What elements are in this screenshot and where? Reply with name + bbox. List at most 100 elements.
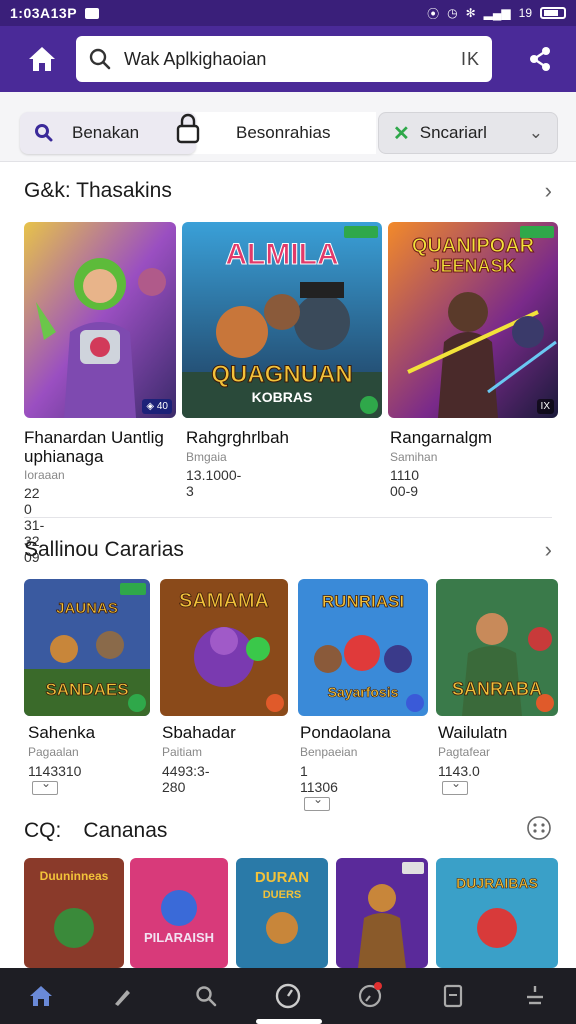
section-title-prefix: CQ:	[24, 819, 62, 842]
search-icon	[89, 48, 111, 70]
battery-level: 19	[518, 6, 532, 20]
download-button[interactable]	[304, 792, 330, 812]
game-developer: Pagaalan	[28, 745, 79, 759]
game-meta: 1143310	[28, 763, 81, 796]
filter-chip-left[interactable]: Benakan	[20, 112, 196, 154]
tag-badge	[120, 583, 146, 595]
section-header-1[interactable]: G&k: Thasakins ›	[24, 178, 552, 204]
tag-badge	[344, 226, 378, 238]
chevron-right-icon[interactable]: ›	[545, 537, 552, 563]
game-thumbnail[interactable]: QUANIPOAR JEENASK IX	[388, 222, 558, 418]
game-thumbnail[interactable]: SAMAMA	[160, 579, 288, 716]
filter-chip-right-label: Sncariarl	[419, 123, 487, 142]
tag-badge	[520, 226, 554, 238]
thumb-subtitle: Sayarfosis	[328, 684, 399, 700]
thumb-subtitle: DUERS	[263, 889, 302, 901]
nav-pen[interactable]	[103, 976, 143, 1016]
game-thumbnail[interactable]: Duuninneas	[24, 858, 124, 968]
download-button[interactable]	[442, 776, 468, 796]
section-title: Cananas	[83, 819, 168, 842]
game-thumbnail[interactable]: JAUNAS SANDAES	[24, 579, 150, 716]
game-thumbnail[interactable]: DUJRAIBAS	[436, 858, 558, 968]
section-title: Sallinou Cararias	[24, 538, 184, 561]
game-title: Sahenka	[28, 723, 96, 742]
section-header-2[interactable]: Sallinou Cararias ›	[24, 537, 552, 563]
tag-badge	[402, 862, 424, 874]
game-title: Rangarnalgm	[390, 428, 493, 447]
game-thumbnail[interactable]: DURAN DUERS	[236, 858, 328, 968]
search-ext-label[interactable]: IK	[461, 49, 480, 70]
download-button[interactable]	[32, 776, 58, 796]
game-thumbnail[interactable]: SANRABA	[436, 579, 558, 716]
location-icon: ⦿	[427, 6, 440, 21]
share-icon	[530, 47, 550, 71]
game-title: Fhanardan Uantlig uphianaga	[24, 428, 164, 466]
signal-icon: ▂▄▆	[483, 6, 511, 20]
thumb-subtitle: QUAGNUAN	[211, 361, 352, 388]
thumb-title: Duuninneas	[40, 869, 109, 883]
menu-icon	[526, 986, 543, 1005]
game-thumbnail[interactable]: RUNRIASI Sayarfosis	[298, 579, 428, 716]
status-icons: ⦿ ◷ ✻ ▂▄▆ 19	[427, 5, 566, 22]
status-time: 1:03A13P	[10, 5, 78, 21]
game-meta: 13.1000-3	[186, 467, 242, 499]
nav-timer[interactable]	[268, 976, 308, 1016]
check-icon	[360, 396, 378, 414]
search-input[interactable]	[124, 48, 461, 70]
status-bar: 1:03A13P ⦿ ◷ ✻ ▂▄▆ 19	[0, 0, 576, 26]
search-box[interactable]: IK	[76, 36, 492, 82]
game-meta: 1143.0	[438, 763, 480, 796]
section-header-3[interactable]: CQ: Cananas	[24, 815, 552, 847]
badge-icon	[406, 694, 424, 712]
nav-target[interactable]	[350, 976, 390, 1016]
alarm-icon: ◷	[447, 6, 458, 20]
chevron-right-icon[interactable]: ›	[545, 178, 552, 204]
game-meta: 4493:3-280	[162, 763, 210, 795]
nav-search[interactable]	[186, 976, 226, 1016]
lock-icon	[176, 113, 200, 144]
nav-menu[interactable]	[515, 976, 555, 1016]
badge-icon	[266, 694, 284, 712]
game-thumbnail[interactable]: ◈ 40	[24, 222, 176, 418]
share-button[interactable]	[518, 37, 562, 81]
game-title: Pondaolana	[300, 723, 391, 742]
bottom-nav	[0, 968, 576, 1024]
search-icon	[196, 986, 217, 1007]
game-title: Rahgrghrlbah	[186, 428, 290, 447]
thumb-title: JAUNAS	[56, 600, 118, 617]
filter-chip-right[interactable]: ✕ Sncariarl ⌄	[378, 112, 558, 154]
rating-badge: IX	[536, 399, 554, 414]
game-title: Sbahadar	[162, 723, 236, 742]
rating-badge: ◈ 40	[142, 399, 172, 414]
nav-book[interactable]	[433, 976, 473, 1016]
game-thumbnail[interactable]: PILARAISH	[130, 858, 228, 968]
home-icon	[30, 986, 53, 1006]
more-icon[interactable]	[526, 815, 552, 847]
nav-home[interactable]	[21, 976, 61, 1016]
thumb-title: DUJRAIBAS	[456, 875, 538, 891]
home-icon	[29, 47, 55, 71]
game-thumbnail[interactable]	[336, 858, 428, 968]
thumb-title: ALMILA	[225, 238, 338, 271]
section-title: G&k: Thasakins	[24, 179, 172, 202]
divider	[24, 517, 552, 518]
thumb-subtitle: KOBRAS	[252, 389, 313, 405]
game-developer: Paitiam	[162, 745, 203, 759]
search-icon	[35, 124, 53, 142]
thumb-title: SANRABA	[452, 679, 542, 699]
thumb-title: QUANIPOAR	[412, 235, 535, 257]
filter-chip-middle[interactable]: Besonrahias	[176, 112, 376, 154]
close-icon: ✕	[393, 122, 410, 145]
badge-icon	[536, 694, 554, 712]
game-meta-value: 1 11306	[300, 763, 338, 795]
home-indicator	[256, 1019, 322, 1024]
chevron-down-icon: ⌄	[528, 123, 543, 142]
game-thumbnail[interactable]: ALMILA QUAGNUAN KOBRAS	[182, 222, 382, 418]
filter-chip-left-label: Benakan	[72, 123, 140, 142]
app-bar: IK	[0, 26, 576, 92]
settings-icon: ✻	[465, 6, 476, 20]
home-button[interactable]	[14, 31, 70, 87]
thumb-title: DURAN	[255, 869, 309, 886]
game-developer: Pagtafear	[438, 745, 491, 759]
pen-icon	[115, 990, 131, 1006]
